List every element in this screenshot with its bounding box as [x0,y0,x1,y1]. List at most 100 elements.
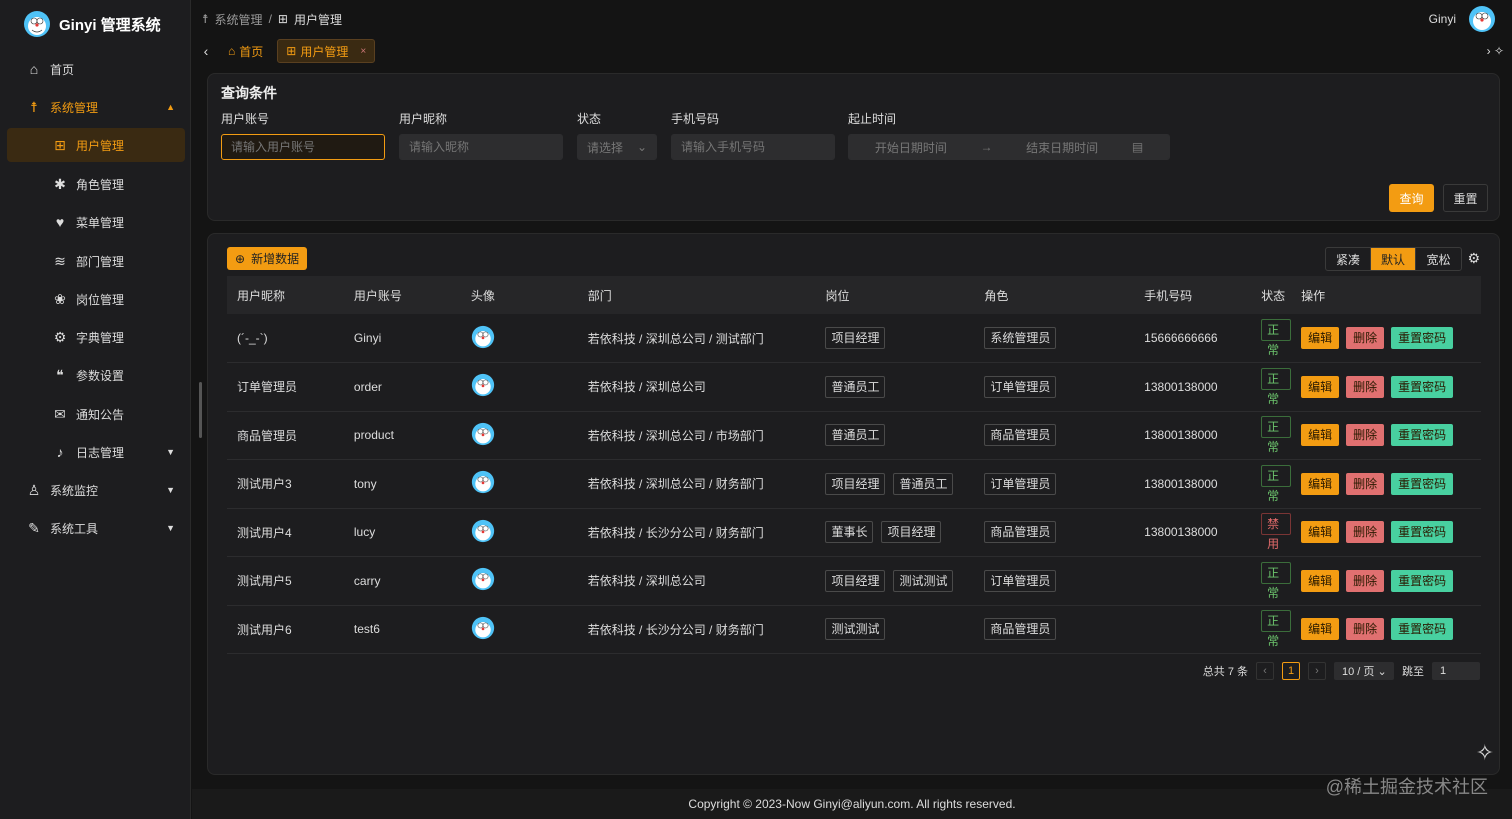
status-badge: 禁用 [1261,513,1292,551]
sidebar-item-system[interactable]: ☨ 系统管理 ▲ [0,89,191,125]
reset-password-button[interactable]: 重置密码 [1391,327,1454,349]
post-tag: 测试测试 [825,618,886,641]
cell-posts: 项目经理 普通员工 [815,459,975,509]
reset-password-button[interactable]: 重置密码 [1391,375,1454,398]
sidebar-item-label: 系统工具 [50,521,99,536]
page-number[interactable]: 1 [1282,662,1300,680]
prev-page-button[interactable]: ‹ [1256,662,1274,680]
edit-button[interactable]: 编辑 [1301,327,1340,349]
phone-input[interactable] [671,134,835,160]
search-button[interactable]: 查询 [1389,184,1434,212]
size-loose[interactable]: 宽松 [1416,248,1461,270]
footer: Copyright © 2023-Now Ginyi@aliyun.com. A… [192,789,1512,819]
sparkle-icon[interactable]: ✧ [1476,740,1494,766]
edit-button[interactable]: 编辑 [1301,472,1340,495]
pagination: 总共 7 条 ‹ 1 › 10 / 页 ⌄ 跳至 1 [1203,662,1480,680]
reset-password-button[interactable]: 重置密码 [1391,569,1454,592]
table-row: 测试用户5 carry 若依科技 / 深圳总公司 项目经理 测试测试 订单管理员 正常 编辑删… [227,556,1481,606]
date-range-picker[interactable]: 开始日期时间 → 结束日期时间 ▤ [848,134,1170,160]
sidebar-item-logs[interactable]: ♪ 日志管理 ▼ [0,434,191,470]
table-row: (´-_-`) Ginyi 若依科技 / 深圳总公司 / 测试部门 项目经理 系统管理员… [227,314,1481,363]
page-size-select[interactable]: 10 / 页 ⌄ [1334,662,1394,680]
jump-input[interactable]: 1 [1432,662,1480,680]
delete-button[interactable]: 删除 [1346,618,1385,641]
sidebar-scrollbar[interactable] [199,382,202,438]
column-header: 用户账号 [343,276,461,314]
nickname-input[interactable] [399,134,563,160]
cell-phone [1134,556,1252,606]
size-compact[interactable]: 紧凑 [1326,248,1371,270]
sidebar-item-tools[interactable]: ✎ 系统工具 ▼ [0,510,191,546]
sidebar-item-notice[interactable]: ✉ 通知公告 [0,396,191,432]
cell-dept: 若依科技 / 深圳总公司 / 测试部门 [577,314,816,363]
reset-button[interactable]: 重置 [1443,184,1488,212]
logo[interactable]: Ginyi 管理系统 [0,0,190,48]
cell-actions: 编辑 删除 重置密码 [1291,605,1481,654]
add-button[interactable]: ⊕ 新增数据 [227,247,308,270]
delete-button[interactable]: 删除 [1346,327,1385,349]
column-header: 头像 [460,276,578,314]
status-badge: 正常 [1261,464,1292,503]
user-menu[interactable]: Ginyi [1429,5,1496,33]
end-date-input[interactable]: 结束日期时间 [1026,139,1098,156]
chevron-right-icon[interactable]: › [1487,44,1491,58]
cell-avatar [460,605,578,654]
close-icon[interactable]: × [360,46,366,57]
pin-icon[interactable]: ✧ [1494,44,1504,58]
start-date-input[interactable]: 开始日期时间 [875,139,947,156]
reset-password-button[interactable]: 重置密码 [1391,472,1454,495]
sidebar-item-params[interactable]: ❝ 参数设置 [0,357,191,393]
cell-nickname: (´-_-`) [227,314,344,363]
status-badge: 正常 [1261,319,1292,357]
status-select[interactable]: 请选择 ⌄ [577,134,657,160]
table-row: 测试用户6 test6 若依科技 / 长沙分公司 / 财务部门 测试测试 商品管理员 正常… [227,605,1481,654]
delete-button[interactable]: 删除 [1346,424,1385,447]
reset-password-button[interactable]: 重置密码 [1391,424,1454,447]
edit-button[interactable]: 编辑 [1301,569,1340,592]
tab-home[interactable]: ⌂ 首页 [220,39,271,63]
edit-button[interactable]: 编辑 [1301,521,1340,544]
layers-icon: ≋ [54,252,66,269]
post-tag: 董事长 [825,521,874,544]
delete-button[interactable]: 删除 [1346,521,1385,544]
sidebar-item-label: 系统管理 [50,100,99,115]
sidebar-item-label: 角色管理 [76,177,125,192]
reset-password-button[interactable]: 重置密码 [1391,521,1454,544]
sidebar-item-depts[interactable]: ≋ 部门管理 [0,243,191,279]
role-tag: 订单管理员 [984,472,1057,495]
cell-status: 正常 [1251,362,1292,412]
sidebar-item-monitor[interactable]: ♙ 系统监控 ▼ [0,472,191,508]
edit-button[interactable]: 编辑 [1301,375,1340,398]
status-badge: 正常 [1261,416,1292,454]
chevron-left-icon[interactable]: ‹ [192,43,220,59]
phone-group: 手机号码 [671,110,835,160]
settings-icon[interactable]: ⚙ [1467,250,1480,267]
sidebar-item-menus[interactable]: ♥ 菜单管理 [0,204,191,240]
system-icon: ☨ [30,98,38,115]
plus-circle-icon: ⊕ [235,251,246,266]
delete-button[interactable]: 删除 [1346,375,1385,398]
sidebar-item-home[interactable]: ⌂ 首页 [0,51,191,87]
delete-button[interactable]: 删除 [1346,472,1385,495]
cell-nickname: 测试用户5 [227,556,344,606]
edit-button[interactable]: 编辑 [1301,618,1340,641]
sidebar-item-users[interactable]: ⊞ 用户管理 [7,128,185,162]
tab-label: 用户管理 [300,44,349,59]
cell-actions: 编辑 删除 重置密码 [1291,459,1481,509]
next-page-button[interactable]: › [1308,662,1326,680]
account-input[interactable] [221,134,385,160]
table-panel: ⊕ 新增数据 紧凑 默认 宽松 ⚙ 用户昵称 用户账号 头像 部门 岗位 角色 手机号码 状态操… [207,233,1500,775]
cell-dept: 若依科技 / 深圳总公司 / 财务部门 [577,459,816,509]
cell-role: 订单管理员 [974,459,1135,509]
delete-button[interactable]: 删除 [1346,569,1385,592]
sidebar-item-roles[interactable]: ✱ 角色管理 [0,166,191,202]
breadcrumb-parent[interactable]: 系统管理 [215,11,263,28]
sidebar-item-posts[interactable]: ❀ 岗位管理 [0,281,191,317]
edit-button[interactable]: 编辑 [1301,424,1340,447]
status-label: 状态 [577,112,602,126]
size-default[interactable]: 默认 [1371,248,1416,270]
reset-password-button[interactable]: 重置密码 [1391,618,1454,641]
tab-users[interactable]: ⊞ 用户管理 × [277,39,376,63]
sidebar-item-dict[interactable]: ⚙ 字典管理 [0,319,191,355]
arrow-right-icon: → [980,140,993,154]
